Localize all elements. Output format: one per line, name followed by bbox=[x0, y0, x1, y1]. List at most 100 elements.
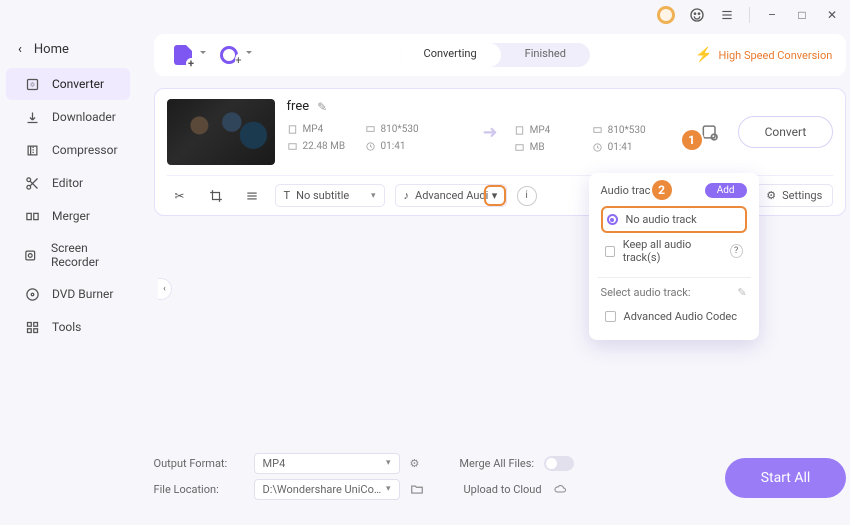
chevron-left-icon: ‹ bbox=[18, 42, 22, 57]
upload-cloud-label: Upload to Cloud bbox=[464, 483, 542, 496]
output-format-value: MP4 bbox=[263, 457, 286, 470]
checkbox-icon bbox=[605, 246, 615, 257]
user-avatar[interactable] bbox=[657, 6, 675, 24]
file-plus-icon bbox=[174, 45, 192, 65]
cut-icon[interactable]: ✂ bbox=[167, 185, 193, 207]
support-icon[interactable] bbox=[689, 7, 705, 23]
src-size: 22.48 MB bbox=[287, 141, 365, 152]
chevron-down-icon: ▾ bbox=[371, 191, 376, 201]
sidebar-item-label: Tools bbox=[52, 320, 81, 334]
sidebar-item-label: DVD Burner bbox=[52, 287, 113, 301]
status-tabs: Converting Finished bbox=[400, 43, 590, 67]
sidebar-item-downloader[interactable]: Downloader bbox=[6, 101, 130, 133]
edit-name-icon[interactable]: ✎ bbox=[317, 100, 327, 114]
add-audio-button[interactable]: Add bbox=[705, 183, 747, 198]
start-all-button[interactable]: Start All bbox=[725, 458, 847, 498]
subtitle-value: No subtitle bbox=[296, 189, 349, 202]
sidebar-item-screen-recorder[interactable]: Screen Recorder bbox=[6, 233, 130, 277]
sidebar-item-compressor[interactable]: Compressor bbox=[6, 134, 130, 166]
close-button[interactable]: ✕ bbox=[824, 7, 840, 23]
settings-label: Settings bbox=[782, 189, 822, 202]
arrow-right-icon: ➜ bbox=[479, 122, 502, 143]
convert-button[interactable]: Convert bbox=[738, 116, 834, 148]
sidebar-item-label: Downloader bbox=[52, 110, 116, 124]
file-name: free bbox=[287, 99, 310, 114]
edit-icon[interactable]: ✎ bbox=[737, 286, 746, 299]
add-file-button[interactable] bbox=[168, 42, 198, 68]
panel-title: Audio track bbox=[601, 184, 657, 197]
settings-button[interactable]: ⚙ Settings bbox=[755, 184, 833, 207]
folder-icon[interactable] bbox=[410, 482, 424, 496]
dst-duration: 01:41 bbox=[592, 142, 682, 153]
subtitle-icon: T bbox=[284, 189, 291, 202]
sidebar-item-label: Compressor bbox=[52, 143, 118, 157]
help-icon[interactable]: i bbox=[517, 186, 537, 206]
dst-format: MP4 bbox=[514, 125, 592, 136]
audio-icon: ♪ bbox=[404, 189, 410, 202]
tab-converting[interactable]: Converting bbox=[400, 43, 501, 67]
output-format-select[interactable]: MP4▾ bbox=[254, 453, 400, 474]
output-format-label: Output Format: bbox=[154, 457, 244, 470]
subtitle-select[interactable]: T No subtitle ▾ bbox=[275, 184, 385, 207]
audio-select[interactable]: ♪ Advanced Audi ▾ bbox=[395, 184, 507, 207]
file-location-value: D:\Wondershare UniConverter 1 bbox=[263, 483, 386, 496]
annotation-1: 1 bbox=[682, 130, 702, 150]
checkbox-icon bbox=[605, 311, 616, 322]
download-icon bbox=[24, 109, 40, 125]
sidebar-item-label: Merger bbox=[52, 209, 90, 223]
sidebar-item-tools[interactable]: Tools bbox=[6, 311, 130, 343]
sidebar: ‹ Home Converter Downloader Compressor E… bbox=[0, 30, 144, 510]
sidebar-item-merger[interactable]: Merger bbox=[6, 200, 130, 232]
keep-all-option[interactable]: Keep all audio track(s) ? bbox=[601, 233, 747, 269]
topbar: Converting Finished ⚡ High Speed Conversi… bbox=[154, 34, 847, 76]
dst-size: MB bbox=[514, 142, 592, 153]
grid-icon bbox=[24, 319, 40, 335]
format-settings-icon[interactable]: ⚙ bbox=[410, 457, 420, 470]
audio-value: Advanced Audi bbox=[415, 189, 488, 202]
select-audio-title: Select audio track: bbox=[601, 286, 691, 299]
footer: Output Format: MP4▾ ⚙ Merge All Files: F… bbox=[154, 450, 847, 502]
list-icon[interactable] bbox=[239, 185, 265, 207]
sidebar-item-converter[interactable]: Converter bbox=[6, 68, 130, 100]
merge-label: Merge All Files: bbox=[459, 457, 534, 470]
tab-finished[interactable]: Finished bbox=[501, 43, 590, 67]
codec-option[interactable]: Advanced Audio Codec bbox=[601, 305, 747, 328]
scissors-icon bbox=[24, 175, 40, 191]
home-label: Home bbox=[34, 42, 69, 57]
converter-icon bbox=[24, 76, 40, 92]
sidebar-item-dvd-burner[interactable]: DVD Burner bbox=[6, 278, 130, 310]
sidebar-item-label: Editor bbox=[52, 176, 83, 190]
minimize-button[interactable]: – bbox=[764, 7, 780, 23]
sidebar-item-label: Converter bbox=[52, 77, 104, 91]
no-audio-option[interactable]: No audio track bbox=[601, 206, 747, 233]
gear-icon: ⚙ bbox=[766, 189, 776, 202]
annotation-2: 2 bbox=[652, 180, 672, 200]
merger-icon bbox=[24, 208, 40, 224]
disc-icon bbox=[24, 286, 40, 302]
highspeed-label: High Speed Conversion bbox=[718, 49, 832, 62]
menu-icon[interactable] bbox=[719, 7, 735, 23]
disc-plus-icon bbox=[220, 46, 238, 64]
radio-on-icon bbox=[607, 214, 618, 225]
file-location-select[interactable]: D:\Wondershare UniConverter 1▾ bbox=[254, 479, 400, 500]
codec-label: Advanced Audio Codec bbox=[624, 310, 738, 323]
compressor-icon bbox=[24, 142, 40, 158]
crop-icon[interactable] bbox=[203, 185, 229, 207]
chevron-down-icon: ▾ bbox=[386, 484, 391, 494]
help-icon[interactable]: ? bbox=[730, 244, 743, 258]
high-speed-toggle[interactable]: ⚡ High Speed Conversion bbox=[695, 47, 832, 63]
cloud-icon[interactable] bbox=[552, 483, 568, 495]
maximize-button[interactable]: □ bbox=[794, 7, 810, 23]
sidebar-item-editor[interactable]: Editor bbox=[6, 167, 130, 199]
video-thumbnail[interactable] bbox=[167, 99, 275, 165]
no-audio-label: No audio track bbox=[626, 213, 697, 226]
audio-dropdown-caret[interactable]: ▾ bbox=[484, 185, 506, 206]
src-resolution: 810*530 bbox=[365, 124, 455, 135]
back-home[interactable]: ‹ Home bbox=[0, 38, 136, 67]
merge-toggle[interactable] bbox=[544, 456, 574, 471]
bolt-icon: ⚡ bbox=[695, 47, 712, 63]
sidebar-item-label: Screen Recorder bbox=[51, 241, 118, 269]
file-location-label: File Location: bbox=[154, 483, 244, 496]
src-duration: 01:41 bbox=[365, 141, 455, 152]
add-disc-button[interactable] bbox=[214, 42, 244, 68]
